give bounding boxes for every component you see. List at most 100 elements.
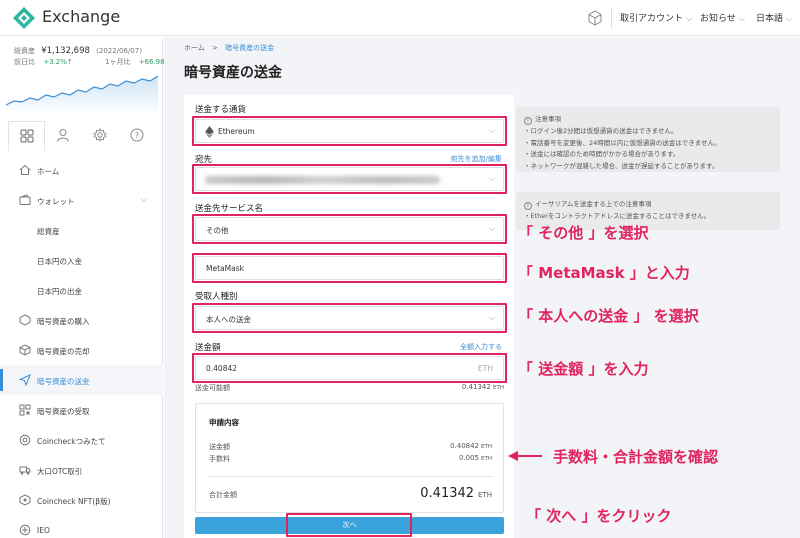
- annotation-enter-metamask: 「 MetaMask 」と入力: [518, 264, 690, 282]
- edit-destination-link[interactable]: 宛先を追加/編集: [451, 154, 502, 164]
- sidebar-item-jpy-deposit[interactable]: 日本円の入金: [0, 245, 163, 275]
- highlight-service: [192, 214, 507, 244]
- breadcrumb: ホーム > 暗号資産の送金: [184, 43, 274, 53]
- currency-label: 送金する通貨: [195, 105, 247, 115]
- sidebar-item-otc[interactable]: 大口OTC取引: [0, 455, 163, 485]
- caution-item: ・電話番号を変更後、24時間以内に仮想通貨の送金はできません。: [524, 138, 721, 147]
- total-assets-value: ¥1,132,698: [41, 46, 90, 56]
- sidebar-item-wallet[interactable]: ウォレット ⌵: [0, 185, 163, 215]
- tab-settings[interactable]: [82, 121, 119, 151]
- sidebar-item-tsumitate[interactable]: Coincheckつみたて: [0, 425, 163, 455]
- request-summary: 申請内容 送金額 0.40842 ETH 手数料 0.005 ETH 合計金額 0.…: [195, 403, 504, 513]
- highlight-service-input: [192, 253, 507, 283]
- savings-icon: [19, 434, 31, 446]
- grid-icon: [20, 129, 34, 143]
- info-icon: i: [524, 117, 532, 125]
- service-label: 送金先サービス名: [195, 204, 264, 214]
- total-assets-date: (2022/06/07): [96, 47, 142, 55]
- send-form: 送金する通貨 Ethereum ⌵ 宛先 宛先を追加/編集 ⌵ 送金先サービス名…: [184, 95, 514, 538]
- caution-item: ・送金には確認のため時間がかかる場合があります。: [524, 150, 680, 158]
- chevron-down-icon: ⌵: [738, 14, 745, 23]
- trade-account-menu[interactable]: 取引アカウント ⌵: [620, 11, 692, 24]
- annotation-confirm-fee: 手数料・合計金額を確認: [553, 448, 719, 466]
- svg-text:?: ?: [135, 131, 139, 140]
- available-amount-row: 送金可能額 0.41342 ETH: [195, 383, 504, 393]
- recipient-type-label: 受取人種別: [195, 292, 238, 302]
- available-unit: ETH: [493, 385, 504, 391]
- summary-fee-row: 手数料 0.005 ETH: [209, 454, 492, 463]
- language-menu[interactable]: 日本語 ⌵: [756, 11, 792, 24]
- highlight-amount: [192, 353, 507, 383]
- send-icon: [19, 374, 31, 386]
- summary-title: 申請内容: [209, 418, 239, 427]
- summary-total-value: 0.41342: [420, 486, 475, 501]
- sidebar-item-send-crypto[interactable]: 暗号資産の送金: [0, 365, 163, 395]
- chevron-down-icon: ⌵: [686, 14, 693, 23]
- page-title: 暗号資産の送金: [184, 65, 282, 81]
- available-value: 0.41342: [461, 383, 491, 391]
- gear-icon: [93, 128, 107, 142]
- sidebar-item-home[interactable]: ホーム: [0, 155, 163, 185]
- sidebar: 総資産 ¥1,132,698 (2022/06/07) 前日比 +3.2%↑ 1…: [0, 37, 177, 538]
- summary-divider: [209, 476, 492, 477]
- topbar-divider: [611, 8, 612, 28]
- annotation-enter-amount: 「 送金額 」を入力: [518, 360, 649, 378]
- fill-max-link[interactable]: 全額入力する: [460, 342, 502, 352]
- caution-item: ・ネットワークが混雑した場合、送金が遅延することがあります。: [524, 161, 719, 170]
- chevron-down-icon: ⌵: [786, 14, 793, 23]
- annotation-select-self: 「 本人への送金 」 を選択: [518, 307, 699, 325]
- summary-amount-row: 送金額 0.40842 ETH: [209, 442, 492, 451]
- home-icon: [19, 164, 31, 175]
- sell-icon: [19, 344, 31, 356]
- summary-total-row: 合計金額 0.41342 ETH: [209, 486, 492, 501]
- cube-icon[interactable]: [587, 10, 603, 26]
- buy-icon: [19, 314, 31, 326]
- sidebar-item-nft[interactable]: Coincheck NFT(β版): [0, 485, 163, 515]
- wallet-icon: [19, 194, 31, 205]
- asset-summary: 総資産 ¥1,132,698 (2022/06/07) 前日比 +3.2%↑ 1…: [0, 37, 177, 117]
- truck-icon: [19, 466, 31, 475]
- info-icon: i: [524, 202, 532, 210]
- ethereum-note-item: ・Etherをコントラクトアドレスに送金することはできません。: [524, 212, 711, 220]
- app-title[interactable]: Exchange: [42, 7, 120, 26]
- sidebar-icon-tabs: ?: [8, 121, 156, 151]
- day-change-value: +3.2%↑: [43, 58, 73, 66]
- month-change-label: 1ヶ月比: [104, 58, 131, 66]
- breadcrumb-current: 暗号資産の送金: [225, 44, 275, 52]
- highlight-currency: [192, 116, 507, 146]
- ieo-icon: [19, 524, 31, 536]
- breadcrumb-home[interactable]: ホーム: [184, 44, 205, 52]
- tab-user[interactable]: [45, 121, 82, 151]
- sidebar-item-ieo[interactable]: IEO: [0, 515, 163, 538]
- tab-grid[interactable]: [8, 121, 45, 151]
- highlight-next-button: [286, 513, 412, 537]
- annotation-select-other: 「 その他 」を選択: [518, 224, 649, 242]
- highlight-recipient: [192, 303, 507, 333]
- caution-item: ・ログイン後2分間は仮想通貨の送金はできません。: [524, 127, 678, 135]
- annotation-click-next: 「 次へ 」をクリック: [526, 507, 672, 525]
- user-icon: [57, 129, 69, 142]
- sidebar-item-receive-crypto[interactable]: 暗号資産の受取: [0, 395, 163, 425]
- amount-label: 送金額: [195, 343, 221, 353]
- notifications-menu[interactable]: お知らせ ⌵: [700, 11, 745, 24]
- help-icon: ?: [130, 128, 144, 142]
- day-change-label: 前日比: [14, 58, 35, 66]
- chevron-down-icon: ⌵: [140, 195, 147, 204]
- sidebar-item-jpy-withdraw[interactable]: 日本円の出金: [0, 275, 163, 305]
- summary-amount-value: 0.40842: [450, 442, 480, 450]
- sidebar-item-total-assets[interactable]: 総資産: [0, 215, 163, 245]
- nft-icon: [19, 494, 31, 506]
- logo-icon[interactable]: [12, 6, 36, 30]
- annotation-arrow-icon: [508, 451, 542, 461]
- ethereum-notes-title: イーサリアムを送金する上での注意事項: [535, 200, 652, 208]
- summary-fee-value: 0.005: [458, 454, 480, 462]
- tab-help[interactable]: ?: [119, 121, 156, 151]
- highlight-destination: [192, 164, 507, 194]
- sidebar-item-sell-crypto[interactable]: 暗号資産の売却: [0, 335, 163, 365]
- qr-icon: [19, 404, 31, 416]
- top-bar: Exchange 取引アカウント ⌵ お知らせ ⌵ 日本語 ⌵: [0, 0, 800, 36]
- breadcrumb-separator: >: [212, 44, 218, 52]
- sidebar-item-buy-crypto[interactable]: 暗号資産の購入: [0, 305, 163, 335]
- total-assets-label: 総資産: [14, 47, 35, 55]
- caution-title: 注意事項: [535, 115, 561, 123]
